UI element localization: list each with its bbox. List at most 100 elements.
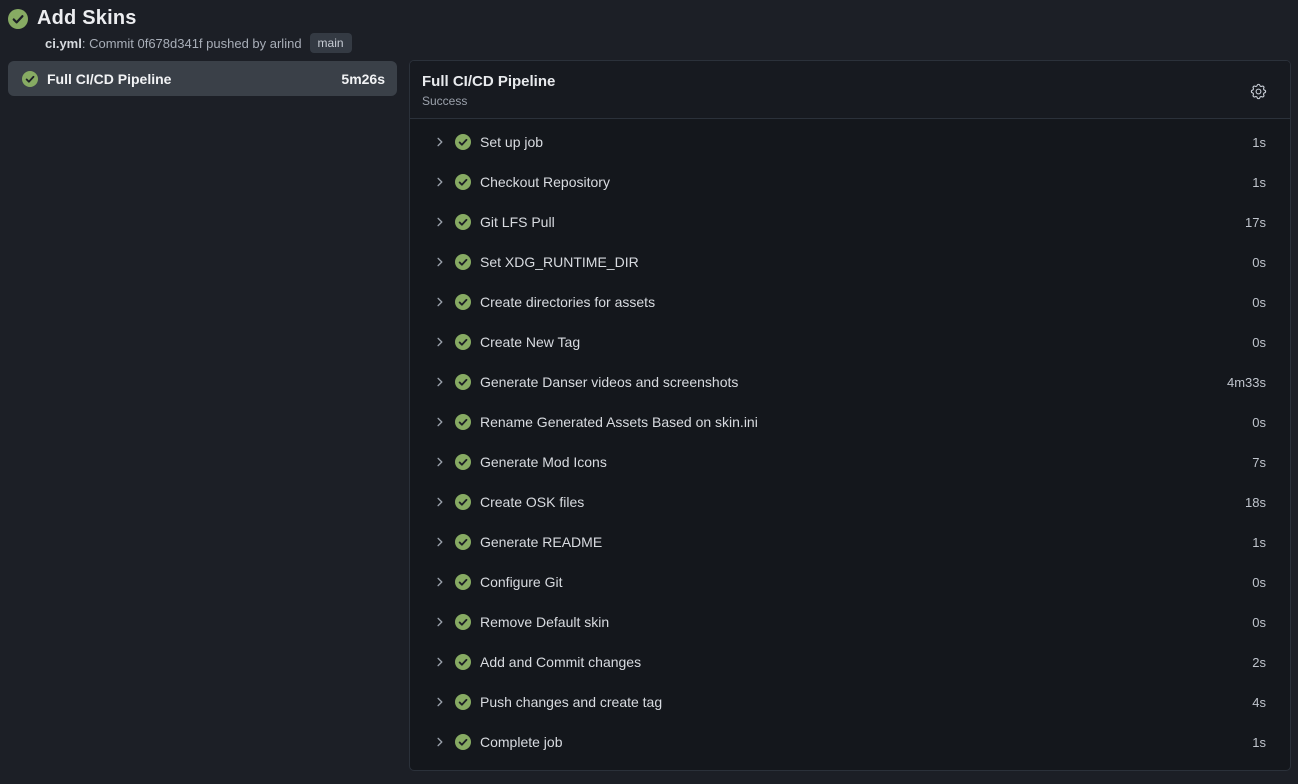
gear-icon: [1249, 82, 1268, 101]
chevron-right-icon[interactable]: [434, 296, 446, 308]
step-duration: 0s: [1252, 415, 1266, 430]
step-success-icon: [455, 574, 471, 590]
step-row[interactable]: Rename Generated Assets Based on skin.in…: [410, 402, 1290, 442]
step-duration: 0s: [1252, 615, 1266, 630]
step-row[interactable]: Checkout Repository 1s: [410, 162, 1290, 202]
chevron-right-icon[interactable]: [434, 176, 446, 188]
chevron-right-icon[interactable]: [434, 456, 446, 468]
step-row[interactable]: Create directories for assets 0s: [410, 282, 1290, 322]
job-panel-header-text: Full CI/CD Pipeline Success: [422, 72, 1245, 109]
step-row[interactable]: Remove Default skin 0s: [410, 602, 1290, 642]
step-duration: 1s: [1252, 535, 1266, 550]
jobs-sidebar: Full CI/CD Pipeline 5m26s: [8, 61, 397, 96]
chevron-right-icon[interactable]: [434, 256, 446, 268]
step-name: Configure Git: [480, 574, 1252, 590]
step-duration: 1s: [1252, 135, 1266, 150]
step-duration: 1s: [1252, 735, 1266, 750]
chevron-right-icon[interactable]: [434, 616, 446, 628]
workflow-file-name: ci.yml: [45, 36, 82, 51]
actions-run-page: { "colors": { "page_bg": "#1c1f26", "pan…: [0, 0, 1298, 784]
step-name: Git LFS Pull: [480, 214, 1245, 230]
job-settings-button[interactable]: [1245, 78, 1272, 105]
step-duration: 1s: [1252, 175, 1266, 190]
step-success-icon: [455, 694, 471, 710]
step-duration: 17s: [1245, 215, 1266, 230]
run-body: Full CI/CD Pipeline 5m26s Full CI/CD Pip…: [0, 53, 1298, 771]
step-success-icon: [455, 374, 471, 390]
step-duration: 4s: [1252, 695, 1266, 710]
chevron-right-icon[interactable]: [434, 496, 446, 508]
chevron-right-icon[interactable]: [434, 536, 446, 548]
sidebar-job-item[interactable]: Full CI/CD Pipeline 5m26s: [8, 61, 397, 96]
step-duration: 4m33s: [1227, 375, 1266, 390]
commit-text: : Commit 0f678d341f pushed by arlind: [82, 36, 302, 51]
step-row[interactable]: Add and Commit changes 2s: [410, 642, 1290, 682]
step-row[interactable]: Push changes and create tag 4s: [410, 682, 1290, 722]
step-name: Set XDG_RUNTIME_DIR: [480, 254, 1252, 270]
step-row[interactable]: Git LFS Pull 17s: [410, 202, 1290, 242]
step-name: Generate Danser videos and screenshots: [480, 374, 1227, 390]
step-row[interactable]: Complete job 1s: [410, 722, 1290, 762]
step-name: Create New Tag: [480, 334, 1252, 350]
step-success-icon: [455, 254, 471, 270]
job-panel-title: Full CI/CD Pipeline: [422, 72, 1245, 92]
job-success-icon: [22, 71, 38, 87]
steps-list: Set up job 1s Checkout Repository 1s Git…: [410, 119, 1290, 770]
step-name: Push changes and create tag: [480, 694, 1252, 710]
job-item-duration: 5m26s: [341, 71, 385, 87]
step-row[interactable]: Generate README 1s: [410, 522, 1290, 562]
step-success-icon: [455, 454, 471, 470]
job-panel-header: Full CI/CD Pipeline Success: [410, 61, 1290, 119]
chevron-right-icon[interactable]: [434, 136, 446, 148]
run-subtitle: ci.yml: Commit 0f678d341f pushed by arli…: [45, 33, 1290, 53]
step-duration: 0s: [1252, 575, 1266, 590]
step-name: Remove Default skin: [480, 614, 1252, 630]
step-success-icon: [455, 334, 471, 350]
run-success-icon: [8, 9, 28, 29]
step-success-icon: [455, 414, 471, 430]
step-row[interactable]: Generate Danser videos and screenshots 4…: [410, 362, 1290, 402]
chevron-right-icon[interactable]: [434, 696, 446, 708]
chevron-right-icon[interactable]: [434, 376, 446, 388]
run-header: Add Skins ci.yml: Commit 0f678d341f push…: [0, 0, 1298, 53]
step-name: Set up job: [480, 134, 1252, 150]
chevron-right-icon[interactable]: [434, 336, 446, 348]
chevron-right-icon[interactable]: [434, 576, 446, 588]
step-name: Rename Generated Assets Based on skin.in…: [480, 414, 1252, 430]
step-name: Create directories for assets: [480, 294, 1252, 310]
run-title-row: Add Skins: [8, 7, 1290, 30]
step-success-icon: [455, 494, 471, 510]
step-duration: 18s: [1245, 495, 1266, 510]
step-duration: 0s: [1252, 335, 1266, 350]
step-name: Create OSK files: [480, 494, 1245, 510]
step-duration: 0s: [1252, 255, 1266, 270]
step-row[interactable]: Configure Git 0s: [410, 562, 1290, 602]
step-success-icon: [455, 654, 471, 670]
step-success-icon: [455, 614, 471, 630]
step-row[interactable]: Create New Tag 0s: [410, 322, 1290, 362]
chevron-right-icon[interactable]: [434, 656, 446, 668]
step-success-icon: [455, 534, 471, 550]
step-name: Add and Commit changes: [480, 654, 1252, 670]
step-success-icon: [455, 134, 471, 150]
step-row[interactable]: Generate Mod Icons 7s: [410, 442, 1290, 482]
job-status-text: Success: [422, 93, 1245, 109]
step-row[interactable]: Create OSK files 18s: [410, 482, 1290, 522]
chevron-right-icon[interactable]: [434, 416, 446, 428]
step-success-icon: [455, 174, 471, 190]
run-title: Add Skins: [37, 7, 137, 30]
chevron-right-icon[interactable]: [434, 216, 446, 228]
step-duration: 2s: [1252, 655, 1266, 670]
step-name: Checkout Repository: [480, 174, 1252, 190]
step-duration: 7s: [1252, 455, 1266, 470]
chevron-right-icon[interactable]: [434, 736, 446, 748]
step-success-icon: [455, 214, 471, 230]
step-row[interactable]: Set XDG_RUNTIME_DIR 0s: [410, 242, 1290, 282]
branch-badge[interactable]: main: [310, 33, 352, 53]
step-success-icon: [455, 734, 471, 750]
job-panel: Full CI/CD Pipeline Success Set up job 1…: [409, 60, 1291, 771]
step-row[interactable]: Set up job 1s: [410, 122, 1290, 162]
step-name: Generate README: [480, 534, 1252, 550]
step-name: Complete job: [480, 734, 1252, 750]
step-success-icon: [455, 294, 471, 310]
